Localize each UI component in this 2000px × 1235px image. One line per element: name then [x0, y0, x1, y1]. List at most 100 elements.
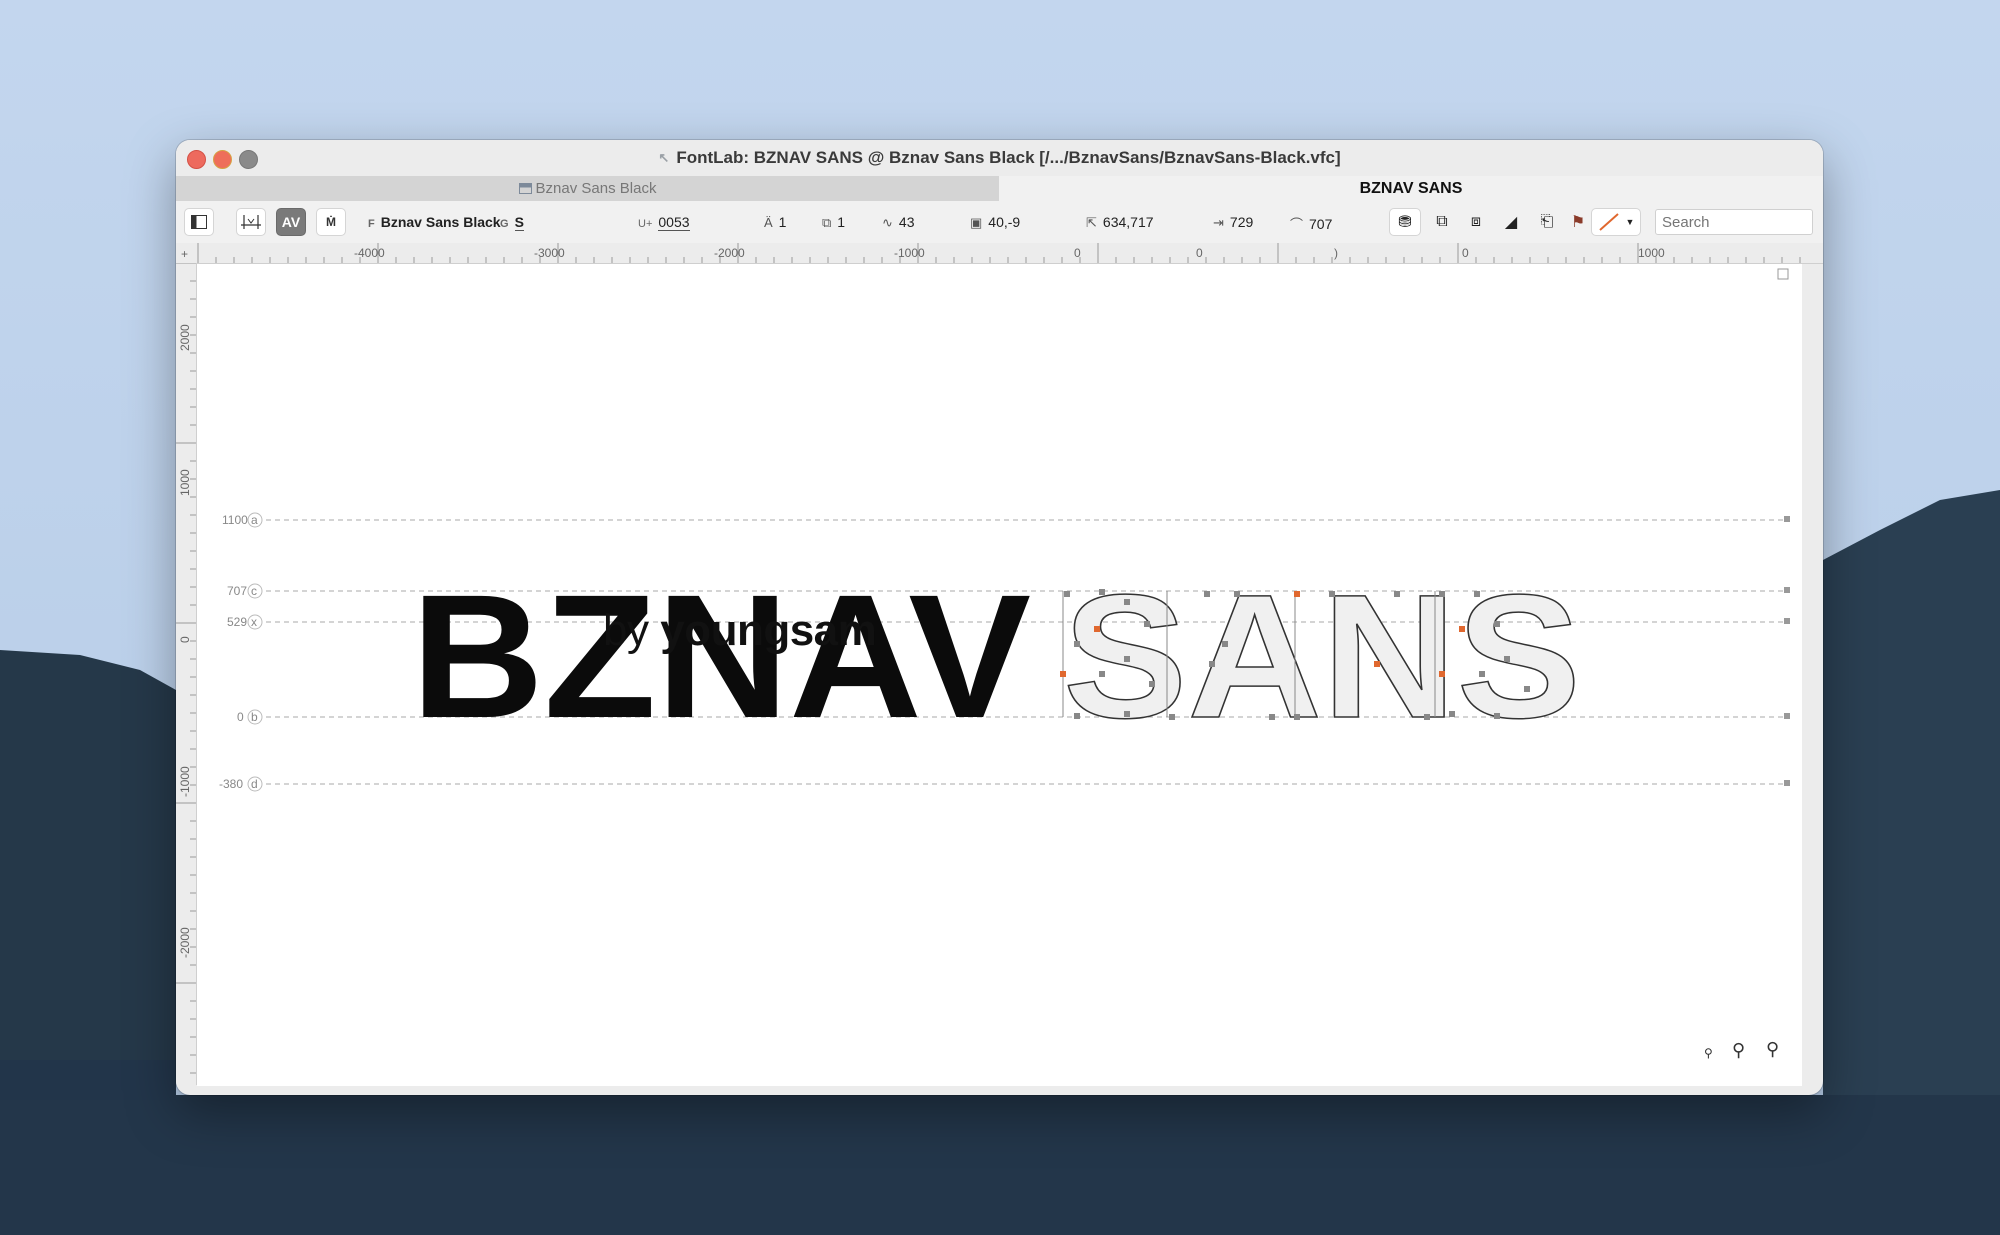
lock-icon[interactable] [1784, 780, 1790, 786]
outline-node[interactable] [1479, 671, 1485, 677]
outline-node[interactable] [1494, 621, 1500, 627]
bounding-box-icon: ⇱ [1086, 215, 1097, 230]
outline-node[interactable] [1524, 686, 1530, 692]
outline-node[interactable] [1439, 591, 1445, 597]
outline-node[interactable] [1474, 591, 1480, 597]
metric-value: 707 [227, 584, 247, 598]
outline-node[interactable] [1074, 713, 1080, 719]
color-picker-dropdown[interactable]: ▼ [1591, 208, 1641, 236]
copy-element-button[interactable]: ⧉ [1432, 212, 1452, 232]
font-name: Bznav Sans Black [380, 214, 501, 230]
ruler-tick-label: -1000 [178, 766, 192, 797]
outline-node[interactable] [1394, 591, 1400, 597]
outline-node[interactable] [1294, 714, 1300, 720]
zoom-selection-icon: ⚲ [1766, 1039, 1780, 1059]
outline-node[interactable] [1504, 656, 1510, 662]
glyph-canvas[interactable]: 1100 a 707 c 529 x 0 b -380 d BZNAV SANS… [197, 264, 1802, 1086]
flag-button[interactable]: ⚑ [1568, 212, 1588, 232]
zoom-selection-button[interactable]: ⚲ [1766, 1039, 1779, 1060]
tab-font-window[interactable]: Bznav Sans Black [176, 176, 999, 201]
outline-node[interactable] [1064, 591, 1070, 597]
metrics-mode-button[interactable] [236, 208, 266, 236]
overlap-icon: ⧈ [1470, 213, 1482, 230]
outline-node[interactable] [1374, 661, 1380, 667]
outline-node[interactable] [1124, 711, 1130, 717]
outline-node[interactable] [1204, 591, 1210, 597]
ruler-tick-label: 0 [178, 636, 192, 643]
metric-line-ascender[interactable]: 1100 a [222, 512, 1790, 528]
outline-node[interactable] [1124, 656, 1130, 662]
zoom-in-button[interactable]: ⚲ [1732, 1040, 1745, 1061]
glyph-name-field[interactable]: GS [500, 214, 524, 231]
metric-line-descender[interactable]: -380 d [219, 776, 1790, 792]
dimensions-value: 634,717 [1102, 214, 1154, 230]
outline-node[interactable] [1294, 591, 1300, 597]
ruler-tick-label: -1000 [894, 246, 925, 260]
outline-node[interactable] [1234, 591, 1240, 597]
outline-node[interactable] [1329, 591, 1335, 597]
vertical-ruler[interactable]: 2000 1000 0 -1000 -2000 [176, 263, 197, 1085]
horizontal-ruler[interactable]: + -4000 -3000 -2000 -1000 0 0 ) 0 1000 [176, 243, 1823, 264]
cast-button[interactable]: ⎗ [1537, 212, 1557, 232]
outline-node[interactable] [1060, 671, 1066, 677]
overlap-button[interactable]: ⧈ [1466, 212, 1486, 232]
stamp-tool-button[interactable]: ⛃ [1389, 208, 1421, 236]
stamp-icon: ⛃ [1398, 214, 1412, 231]
search-input[interactable] [1655, 209, 1813, 235]
layers-icon: Ä [764, 215, 773, 230]
layers-count: 1 [778, 214, 787, 230]
outline-node[interactable] [1124, 599, 1130, 605]
outline-node[interactable] [1439, 671, 1445, 677]
sidebar-icon [191, 215, 207, 229]
outline-node[interactable] [1449, 711, 1455, 717]
metric-value: 0 [237, 710, 244, 724]
lock-icon[interactable] [1784, 516, 1790, 522]
outline-node[interactable] [1144, 621, 1150, 627]
kerning-mode-button[interactable]: AV [276, 208, 306, 236]
lock-icon[interactable] [1784, 713, 1790, 719]
outline-node[interactable] [1424, 714, 1430, 720]
outline-node[interactable] [1169, 714, 1175, 720]
copy-element-icon: ⧉ [1436, 213, 1448, 230]
outline-node[interactable] [1222, 641, 1228, 647]
zoom-out-button[interactable]: ⚲ [1704, 1046, 1713, 1060]
lock-icon[interactable] [1784, 587, 1790, 593]
window-title: FontLab: BZNAV SANS @ Bznav Sans Black [… [676, 148, 1341, 167]
fill-button[interactable]: ◢ [1501, 212, 1521, 232]
text-mode-button[interactable]: Ṁ [316, 208, 346, 236]
outline-glyph-run[interactable]: SANS [1062, 558, 1582, 756]
lock-icon[interactable] [1784, 618, 1790, 624]
dimensions-field: ⇱ 634,717 [1086, 214, 1154, 231]
advance-width-field[interactable]: ⇥ 729 [1213, 214, 1253, 231]
elements-icon: ⧉ [822, 215, 832, 230]
fill-icon: ◢ [1504, 214, 1518, 231]
note-icon[interactable] [1777, 268, 1789, 280]
byline-text[interactable]: by youngsam [603, 606, 877, 656]
layers-count-field: Ä1 [764, 214, 786, 230]
document-proxy-icon: ↖ [658, 150, 670, 165]
filled-glyph-run[interactable]: BZNAV [411, 559, 1031, 755]
outline-node[interactable] [1209, 661, 1215, 667]
outline-node[interactable] [1494, 713, 1500, 719]
outline-node[interactable] [1094, 626, 1100, 632]
glyph-toolbar: AV Ṁ F Bznav Sans Black GS U+ 0053 Ä1 ⧉ 1 ∿… [176, 201, 1823, 244]
ruler-tick-label: -3000 [534, 246, 565, 260]
coordinates-value: 40,-9 [988, 214, 1021, 230]
sidebar-toggle-button[interactable] [184, 208, 214, 236]
outline-node[interactable] [1099, 589, 1105, 595]
outline-node[interactable] [1099, 671, 1105, 677]
tab-glyph-window[interactable]: BZNAV SANS [999, 176, 1823, 201]
font-name-field[interactable]: F Bznav Sans Black [368, 214, 501, 230]
zoom-out-icon: ⚲ [1704, 1046, 1713, 1060]
outline-node[interactable] [1269, 714, 1275, 720]
font-label: F [368, 218, 375, 230]
outline-node[interactable] [1149, 681, 1155, 687]
unicode-field[interactable]: U+ 0053 [638, 214, 690, 231]
kerning-icon: AV [281, 214, 301, 230]
flag-icon: ⚑ [1570, 214, 1586, 231]
ruler-tick-label: -4000 [354, 246, 385, 260]
outline-node[interactable] [1459, 626, 1465, 632]
outline-node[interactable] [1074, 641, 1080, 647]
ruler-tick-label: 0 [1462, 246, 1469, 260]
metric-value: 529 [227, 615, 247, 629]
